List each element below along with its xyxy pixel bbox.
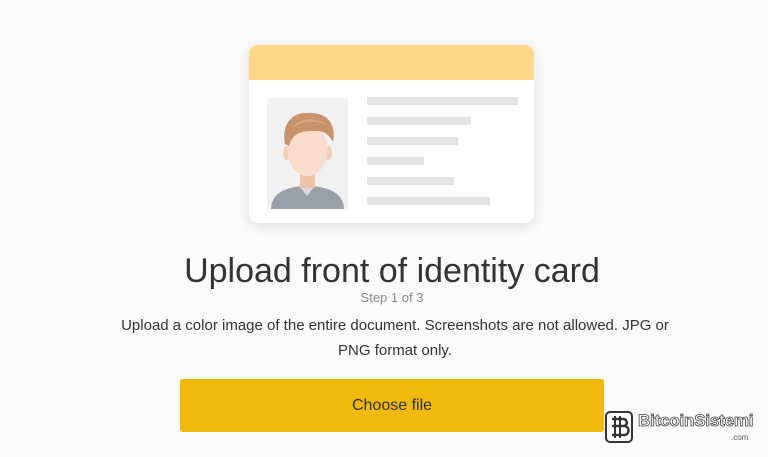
info-line <box>367 137 458 145</box>
info-line <box>367 157 424 165</box>
id-card-illustration <box>249 45 534 223</box>
id-card-header <box>249 45 534 80</box>
info-line <box>367 117 471 125</box>
bitcoin-logo-icon <box>605 411 633 443</box>
info-line <box>367 97 518 105</box>
watermark-name: BitcoinSistemi <box>638 411 754 431</box>
page-title: Upload front of identity card <box>184 252 600 290</box>
step-indicator: Step 1 of 3 <box>360 290 424 305</box>
info-line <box>367 177 454 185</box>
info-line <box>367 197 490 205</box>
choose-file-button[interactable]: Choose file <box>180 379 604 432</box>
person-avatar-icon <box>267 98 348 209</box>
watermark: BitcoinSistemi .com <box>604 406 768 446</box>
upload-instructions: Upload a color image of the entire docum… <box>121 317 669 359</box>
watermark-domain: .com <box>731 433 749 442</box>
